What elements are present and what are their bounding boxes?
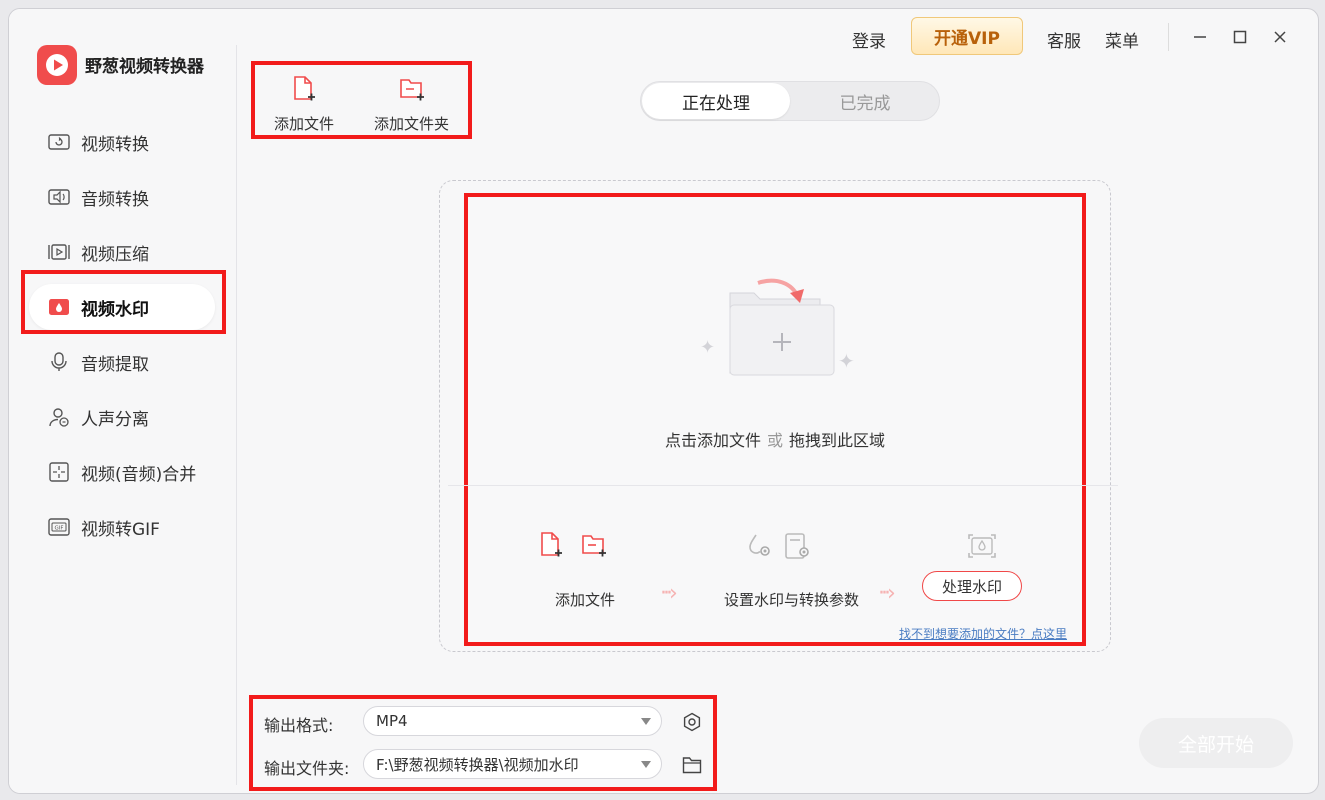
add-buttons-group: 添加文件 添加文件夹 [251,61,472,139]
add-folder-button[interactable]: 添加文件夹 [374,75,449,134]
add-file-button[interactable]: 添加文件 [274,75,334,134]
app-logo [37,45,77,85]
click-add-text: 点击添加文件 [664,431,761,450]
output-folder-value: F:\野葱视频转换器\视频加水印 [376,755,579,774]
app-window: 野葱视频转换器 视频转换 音频转换 视频压缩 视频水印 音频提取 人声分离 视频… [8,8,1319,794]
or-text: 或 [766,431,783,450]
svg-text:GIF: GIF [54,526,63,532]
sidebar-item-label: 视频压缩 [81,244,149,265]
service-link[interactable]: 客服 [1047,27,1081,52]
sidebar-item-label: 人声分离 [81,409,149,430]
dropzone-divider [448,485,1118,486]
add-file-icon [291,75,317,107]
step-add-file: 添加文件 [555,591,616,609]
audio-convert-icon [47,185,71,209]
sidebar-item-audio-convert[interactable]: 音频转换 [29,174,215,220]
dropzone-hint: 点击添加文件或拖拽到此区域 [468,427,1082,451]
convert-settings-icon [782,531,812,565]
drag-here-text: 拖拽到此区域 [789,431,886,450]
chevron-down-icon [641,761,651,768]
sidebar-item-label: 音频转换 [81,189,149,210]
sidebar-item-label: 视频(音频)合并 [81,464,197,485]
chevron-down-icon [641,718,651,725]
folder-open-icon[interactable] [681,754,703,776]
login-link[interactable]: 登录 [852,27,886,52]
maximize-icon[interactable] [1228,25,1252,49]
sidebar-item-label: 音频提取 [81,354,149,375]
menu-link[interactable]: 菜单 [1105,27,1139,52]
vocal-separate-icon [47,405,71,429]
close-icon[interactable] [1268,25,1292,49]
output-folder-label: 输出文件夹: [264,759,350,778]
output-format-value: MP4 [376,712,408,730]
app-title: 野葱视频转换器 [85,57,204,77]
step-arrow-icon: ···› [878,581,896,606]
highlight-active-nav [21,270,226,334]
tab-processing[interactable]: 正在处理 [642,83,790,119]
output-folder-select[interactable]: F:\野葱视频转换器\视频加水印 [363,749,662,779]
add-folder-label: 添加文件夹 [374,115,450,133]
sidebar-item-video-compress[interactable]: 视频压缩 [29,229,215,275]
format-settings-icon[interactable] [681,711,703,733]
sidebar-divider [236,45,237,785]
sidebar-item-audio-extract[interactable]: 音频提取 [29,339,215,385]
sparkle-icon: ✦ [700,337,716,358]
merge-icon [47,460,71,484]
sidebar-item-label: 视频转换 [81,134,149,155]
add-file-label: 添加文件 [274,115,335,133]
step-arrow-icon: ···› [660,581,678,606]
audio-extract-icon [47,350,71,374]
tab-completed[interactable]: 已完成 [791,83,939,119]
output-format-label: 输出格式: [264,716,334,735]
add-file-icon [538,531,564,563]
vip-button[interactable]: 开通VIP [911,17,1023,55]
start-all-button[interactable]: 全部开始 [1139,718,1293,768]
sidebar-item-merge[interactable]: 视频(音频)合并 [29,449,215,495]
sidebar-item-video-convert[interactable]: 视频转换 [29,119,215,165]
sidebar: 野葱视频转换器 视频转换 音频转换 视频压缩 视频水印 音频提取 人声分离 视频… [9,9,237,793]
watermark-settings-icon [744,531,774,565]
process-watermark-button[interactable]: 处理水印 [922,571,1022,601]
titlebar-separator [1168,23,1169,51]
minimize-icon[interactable] [1188,25,1212,49]
output-settings: 输出格式: MP4 输出文件夹: F:\野葱视频转换器\视频加水印 [249,695,717,791]
gif-icon: GIF [47,515,71,539]
step-settings: 设置水印与转换参数 [724,591,860,609]
video-convert-icon [47,130,71,154]
output-format-select[interactable]: MP4 [363,706,662,736]
sidebar-item-label: 视频转GIF [81,519,160,540]
sparkle-icon: ✦ [838,349,855,373]
help-link[interactable]: 找不到想要添加的文件？点这里 [899,625,1067,642]
status-tabs: 正在处理 已完成 [640,81,940,121]
sidebar-item-gif[interactable]: GIF 视频转GIF [29,504,215,550]
add-folder-icon [580,531,608,563]
video-compress-icon [47,240,71,264]
add-folder-icon [398,75,426,107]
sidebar-item-vocal-separate[interactable]: 人声分离 [29,394,215,440]
folder-add-icon [718,277,838,391]
process-watermark-icon [966,531,998,565]
